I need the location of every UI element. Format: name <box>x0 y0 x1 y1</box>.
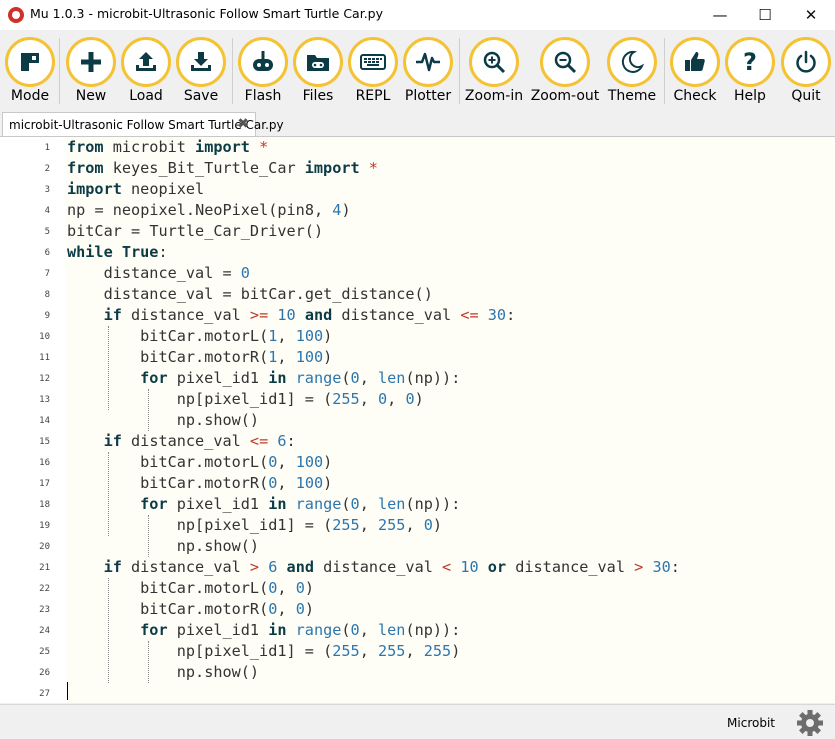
code-line: if distance_val >= 10 and distance_val <… <box>103 306 516 324</box>
window-title: Mu 1.0.3 - microbit-Ultrasonic Follow Sm… <box>30 6 384 21</box>
tab-bar: microbit-Ultrasonic Follow Smart Turtle … <box>0 110 835 137</box>
code-line: np[pixel_id1] = (255, 0, 0) <box>176 390 424 408</box>
zoom-in-label: Zoom-in <box>464 88 524 104</box>
code-line: bitCar.motorL(1, 100) <box>140 327 333 345</box>
flash-icon <box>253 51 273 71</box>
line-number: 6 <box>44 248 50 258</box>
code-line: if distance_val <= 6: <box>103 432 296 450</box>
line-number: 2 <box>44 164 50 174</box>
line-number: 7 <box>44 269 50 279</box>
line-number: 25 <box>39 647 50 657</box>
line-number: 22 <box>39 584 50 594</box>
code-line: bitCar = Turtle_Car_Driver() <box>67 222 324 240</box>
code-line: distance_val = bitCar.get_distance() <box>103 285 433 303</box>
theme-button[interactable]: Theme <box>604 35 660 107</box>
code-line: for pixel_id1 in range(0, len(np)): <box>140 369 461 387</box>
title-bar: Mu 1.0.3 - microbit-Ultrasonic Follow Sm… <box>0 0 835 30</box>
line-number: 12 <box>39 374 50 384</box>
mode-icon <box>21 53 39 71</box>
line-number: 26 <box>39 668 50 678</box>
status-bar: Microbit <box>0 704 835 739</box>
line-number: 21 <box>39 563 50 573</box>
quit-button[interactable]: Quit <box>778 35 834 107</box>
line-number: 10 <box>39 332 50 342</box>
line-number: 9 <box>44 311 50 321</box>
line-number: 15 <box>39 437 50 447</box>
save-button[interactable]: Save <box>173 35 229 107</box>
maximize-button[interactable]: ☐ <box>742 0 788 30</box>
code-line: bitCar.motorR(0, 0) <box>140 600 314 618</box>
zoom-out-icon <box>554 51 577 74</box>
code-line: for pixel_id1 in range(0, len(np)): <box>140 621 461 639</box>
line-number: 4 <box>44 206 50 216</box>
code-line: np[pixel_id1] = (255, 255, 0) <box>176 516 443 534</box>
zoom-in-button[interactable]: Zoom-in <box>465 35 523 107</box>
line-number-gutter: 1 2 3 4 5 6 7 8 9 10 11 12 13 14 15 16 1… <box>0 137 66 703</box>
plotter-label: Plotter <box>404 88 452 104</box>
upload-icon <box>136 52 156 71</box>
line-number: 3 <box>44 185 50 195</box>
line-number: 1 <box>44 143 50 153</box>
code-line: bitCar.motorL(0, 0) <box>140 579 314 597</box>
keyboard-icon <box>360 54 386 70</box>
line-number: 11 <box>39 353 50 363</box>
code-line: from keyes_Bit_Turtle_Car import * <box>67 159 378 177</box>
code-line: import neopixel <box>67 180 205 198</box>
code-area[interactable]: from microbit import * from keyes_Bit_Tu… <box>67 137 827 703</box>
mode-indicator: Microbit <box>727 716 775 730</box>
plotter-button[interactable]: Plotter <box>400 35 456 107</box>
code-line: while True: <box>67 243 168 261</box>
code-line: bitCar.motorL(0, 100) <box>140 453 333 471</box>
mu-logo-icon <box>8 7 24 23</box>
code-line: np.show() <box>176 663 260 681</box>
code-line: if distance_val > 6 and distance_val < 1… <box>103 558 680 576</box>
download-icon <box>191 52 211 71</box>
line-number: 13 <box>39 395 50 405</box>
moon-icon <box>621 50 645 73</box>
code-line: bitCar.motorR(0, 100) <box>140 474 333 492</box>
zoom-in-icon <box>483 51 506 74</box>
code-line: np.show() <box>176 537 260 555</box>
line-number: 5 <box>44 227 50 237</box>
code-editor[interactable]: 1 2 3 4 5 6 7 8 9 10 11 12 13 14 15 16 1… <box>0 137 835 703</box>
gear-icon[interactable] <box>795 708 825 738</box>
files-icon <box>307 55 329 71</box>
quit-label: Quit <box>791 88 821 104</box>
zoom-out-label: Zoom-out <box>530 88 600 104</box>
tab-close-icon[interactable]: ✖ <box>237 116 249 132</box>
code-line: np = neopixel.NeoPixel(pin8, 4) <box>67 201 351 219</box>
line-number: 27 <box>39 689 50 699</box>
question-icon: ? <box>743 48 757 76</box>
code-line: bitCar.motorR(1, 100) <box>140 348 333 366</box>
zoom-out-button[interactable]: Zoom-out <box>531 35 599 107</box>
line-number: 18 <box>39 500 50 510</box>
line-number: 24 <box>39 626 50 636</box>
text-cursor <box>67 682 68 700</box>
tab-file[interactable]: microbit-Ultrasonic Follow Smart Turtle … <box>2 112 284 136</box>
code-line: from microbit import * <box>67 138 269 156</box>
plus-icon <box>81 52 101 72</box>
pulse-icon <box>416 52 440 72</box>
mode-button[interactable]: Mode <box>2 35 58 107</box>
line-number: 16 <box>39 458 50 468</box>
code-line: distance_val = 0 <box>103 264 250 282</box>
line-number: 14 <box>39 416 50 426</box>
line-number: 19 <box>39 521 50 531</box>
thumbs-up-icon <box>685 52 705 71</box>
close-window-button[interactable]: ✕ <box>788 0 834 30</box>
power-icon <box>796 50 816 73</box>
line-number: 17 <box>39 479 50 489</box>
line-number: 8 <box>44 290 50 300</box>
code-line: for pixel_id1 in range(0, len(np)): <box>140 495 461 513</box>
line-number: 23 <box>39 605 50 615</box>
toolbar: Mode New Load Save Flash Files REPL Plot… <box>0 30 835 110</box>
minimize-button[interactable]: — <box>697 0 743 30</box>
line-number: 20 <box>39 542 50 552</box>
code-line: np.show() <box>176 411 260 429</box>
code-line: np[pixel_id1] = (255, 255, 255) <box>176 642 461 660</box>
